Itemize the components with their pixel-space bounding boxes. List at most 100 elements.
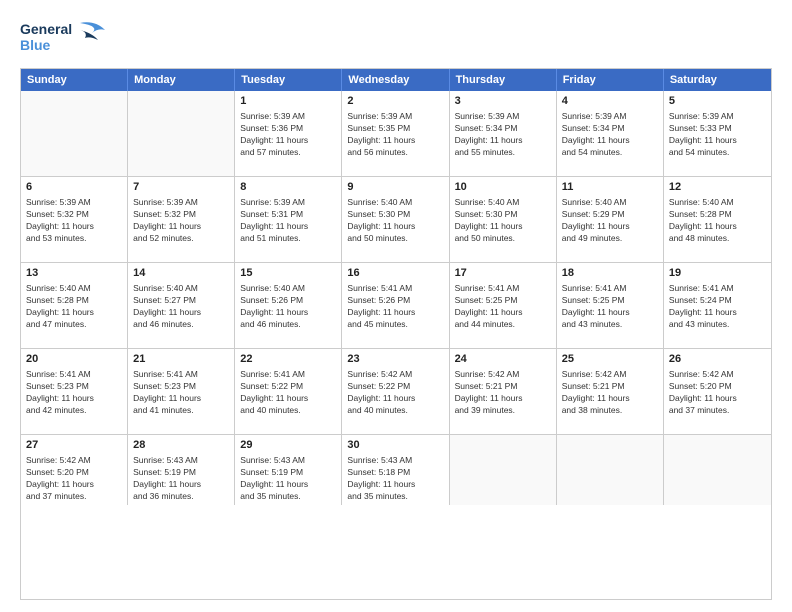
calendar-cell-2-3: 8 Sunrise: 5:39 AM Sunset: 5:31 PM Daylig…: [235, 177, 342, 262]
day-info: Sunrise: 5:43 AM Sunset: 5:19 PM Dayligh…: [240, 455, 336, 503]
day-info: Sunrise: 5:41 AM Sunset: 5:25 PM Dayligh…: [562, 283, 658, 331]
calendar-row-4: 20 Sunrise: 5:41 AM Sunset: 5:23 PM Dayli…: [21, 349, 771, 435]
header-day-sunday: Sunday: [21, 69, 128, 91]
calendar-cell-4-7: 26 Sunrise: 5:42 AM Sunset: 5:20 PM Dayli…: [664, 349, 771, 434]
day-info: Sunrise: 5:41 AM Sunset: 5:25 PM Dayligh…: [455, 283, 551, 331]
calendar-page: GeneralBlue SundayMondayTuesdayWednesday…: [0, 0, 792, 612]
day-info: Sunrise: 5:39 AM Sunset: 5:34 PM Dayligh…: [562, 111, 658, 159]
day-number: 27: [26, 438, 122, 453]
calendar-cell-5-2: 28 Sunrise: 5:43 AM Sunset: 5:19 PM Dayli…: [128, 435, 235, 505]
calendar-body: 1 Sunrise: 5:39 AM Sunset: 5:36 PM Daylig…: [21, 91, 771, 505]
calendar-cell-1-1: [21, 91, 128, 176]
logo-svg: GeneralBlue: [20, 18, 110, 58]
day-number: 10: [455, 180, 551, 195]
calendar-cell-2-6: 11 Sunrise: 5:40 AM Sunset: 5:29 PM Dayli…: [557, 177, 664, 262]
day-number: 13: [26, 266, 122, 281]
calendar-cell-4-4: 23 Sunrise: 5:42 AM Sunset: 5:22 PM Dayli…: [342, 349, 449, 434]
day-info: Sunrise: 5:39 AM Sunset: 5:35 PM Dayligh…: [347, 111, 443, 159]
day-number: 11: [562, 180, 658, 195]
day-number: 5: [669, 94, 766, 109]
day-info: Sunrise: 5:39 AM Sunset: 5:34 PM Dayligh…: [455, 111, 551, 159]
day-info: Sunrise: 5:39 AM Sunset: 5:33 PM Dayligh…: [669, 111, 766, 159]
day-info: Sunrise: 5:39 AM Sunset: 5:32 PM Dayligh…: [133, 197, 229, 245]
day-number: 16: [347, 266, 443, 281]
calendar-cell-1-4: 2 Sunrise: 5:39 AM Sunset: 5:35 PM Daylig…: [342, 91, 449, 176]
day-info: Sunrise: 5:41 AM Sunset: 5:22 PM Dayligh…: [240, 369, 336, 417]
day-number: 8: [240, 180, 336, 195]
calendar-cell-1-6: 4 Sunrise: 5:39 AM Sunset: 5:34 PM Daylig…: [557, 91, 664, 176]
day-info: Sunrise: 5:41 AM Sunset: 5:24 PM Dayligh…: [669, 283, 766, 331]
svg-text:Blue: Blue: [20, 37, 51, 53]
calendar-cell-2-7: 12Sunrise: 5:40 AM Sunset: 5:28 PM Dayli…: [664, 177, 771, 262]
day-number: 20: [26, 352, 122, 367]
day-info: Sunrise: 5:42 AM Sunset: 5:20 PM Dayligh…: [669, 369, 766, 417]
day-number: 22: [240, 352, 336, 367]
calendar-cell-2-5: 10Sunrise: 5:40 AM Sunset: 5:30 PM Dayli…: [450, 177, 557, 262]
day-info: Sunrise: 5:39 AM Sunset: 5:32 PM Dayligh…: [26, 197, 122, 245]
day-number: 25: [562, 352, 658, 367]
calendar-cell-1-3: 1 Sunrise: 5:39 AM Sunset: 5:36 PM Daylig…: [235, 91, 342, 176]
calendar-cell-4-5: 24 Sunrise: 5:42 AM Sunset: 5:21 PM Dayli…: [450, 349, 557, 434]
day-number: 24: [455, 352, 551, 367]
header-day-monday: Monday: [128, 69, 235, 91]
calendar-cell-1-5: 3 Sunrise: 5:39 AM Sunset: 5:34 PM Daylig…: [450, 91, 557, 176]
day-info: Sunrise: 5:40 AM Sunset: 5:30 PM Dayligh…: [347, 197, 443, 245]
calendar-cell-2-2: 7 Sunrise: 5:39 AM Sunset: 5:32 PM Daylig…: [128, 177, 235, 262]
day-info: Sunrise: 5:39 AM Sunset: 5:31 PM Dayligh…: [240, 197, 336, 245]
calendar-cell-3-4: 16 Sunrise: 5:41 AM Sunset: 5:26 PM Dayli…: [342, 263, 449, 348]
day-info: Sunrise: 5:42 AM Sunset: 5:21 PM Dayligh…: [562, 369, 658, 417]
calendar-cell-5-7: [664, 435, 771, 505]
calendar-cell-1-7: 5 Sunrise: 5:39 AM Sunset: 5:33 PM Daylig…: [664, 91, 771, 176]
calendar-cell-4-6: 25 Sunrise: 5:42 AM Sunset: 5:21 PM Dayli…: [557, 349, 664, 434]
day-number: 28: [133, 438, 229, 453]
calendar-header: SundayMondayTuesdayWednesdayThursdayFrid…: [21, 69, 771, 91]
calendar-cell-5-3: 29Sunrise: 5:43 AM Sunset: 5:19 PM Dayli…: [235, 435, 342, 505]
day-info: Sunrise: 5:40 AM Sunset: 5:26 PM Dayligh…: [240, 283, 336, 331]
header-day-wednesday: Wednesday: [342, 69, 449, 91]
header: GeneralBlue: [20, 18, 772, 58]
day-info: Sunrise: 5:39 AM Sunset: 5:36 PM Dayligh…: [240, 111, 336, 159]
day-number: 17: [455, 266, 551, 281]
calendar-cell-3-2: 14 Sunrise: 5:40 AM Sunset: 5:27 PM Dayli…: [128, 263, 235, 348]
day-info: Sunrise: 5:43 AM Sunset: 5:18 PM Dayligh…: [347, 455, 443, 503]
day-number: 4: [562, 94, 658, 109]
calendar-cell-5-6: [557, 435, 664, 505]
day-info: Sunrise: 5:41 AM Sunset: 5:23 PM Dayligh…: [26, 369, 122, 417]
day-number: 7: [133, 180, 229, 195]
day-info: Sunrise: 5:40 AM Sunset: 5:29 PM Dayligh…: [562, 197, 658, 245]
calendar-cell-4-1: 20 Sunrise: 5:41 AM Sunset: 5:23 PM Dayli…: [21, 349, 128, 434]
calendar-cell-1-2: [128, 91, 235, 176]
day-info: Sunrise: 5:40 AM Sunset: 5:28 PM Dayligh…: [26, 283, 122, 331]
day-number: 18: [562, 266, 658, 281]
day-number: 9: [347, 180, 443, 195]
day-number: 23: [347, 352, 443, 367]
header-day-tuesday: Tuesday: [235, 69, 342, 91]
calendar-row-5: 27Sunrise: 5:42 AM Sunset: 5:20 PM Dayli…: [21, 435, 771, 505]
day-number: 26: [669, 352, 766, 367]
header-day-friday: Friday: [557, 69, 664, 91]
day-number: 6: [26, 180, 122, 195]
day-number: 30: [347, 438, 443, 453]
calendar-row-2: 6 Sunrise: 5:39 AM Sunset: 5:32 PM Daylig…: [21, 177, 771, 263]
calendar-cell-3-5: 17 Sunrise: 5:41 AM Sunset: 5:25 PM Dayli…: [450, 263, 557, 348]
calendar-cell-3-7: 19Sunrise: 5:41 AM Sunset: 5:24 PM Dayli…: [664, 263, 771, 348]
header-day-thursday: Thursday: [450, 69, 557, 91]
day-info: Sunrise: 5:42 AM Sunset: 5:21 PM Dayligh…: [455, 369, 551, 417]
day-number: 14: [133, 266, 229, 281]
day-number: 1: [240, 94, 336, 109]
calendar-cell-4-3: 22 Sunrise: 5:41 AM Sunset: 5:22 PM Dayli…: [235, 349, 342, 434]
day-number: 2: [347, 94, 443, 109]
calendar-cell-3-6: 18 Sunrise: 5:41 AM Sunset: 5:25 PM Dayli…: [557, 263, 664, 348]
calendar-row-1: 1 Sunrise: 5:39 AM Sunset: 5:36 PM Daylig…: [21, 91, 771, 177]
day-number: 3: [455, 94, 551, 109]
day-info: Sunrise: 5:42 AM Sunset: 5:22 PM Dayligh…: [347, 369, 443, 417]
calendar: SundayMondayTuesdayWednesdayThursdayFrid…: [20, 68, 772, 600]
day-info: Sunrise: 5:41 AM Sunset: 5:26 PM Dayligh…: [347, 283, 443, 331]
calendar-cell-3-1: 13 Sunrise: 5:40 AM Sunset: 5:28 PM Dayli…: [21, 263, 128, 348]
day-info: Sunrise: 5:40 AM Sunset: 5:27 PM Dayligh…: [133, 283, 229, 331]
calendar-cell-2-1: 6 Sunrise: 5:39 AM Sunset: 5:32 PM Daylig…: [21, 177, 128, 262]
svg-text:General: General: [20, 21, 72, 37]
calendar-cell-5-5: [450, 435, 557, 505]
calendar-row-3: 13 Sunrise: 5:40 AM Sunset: 5:28 PM Dayli…: [21, 263, 771, 349]
day-info: Sunrise: 5:43 AM Sunset: 5:19 PM Dayligh…: [133, 455, 229, 503]
